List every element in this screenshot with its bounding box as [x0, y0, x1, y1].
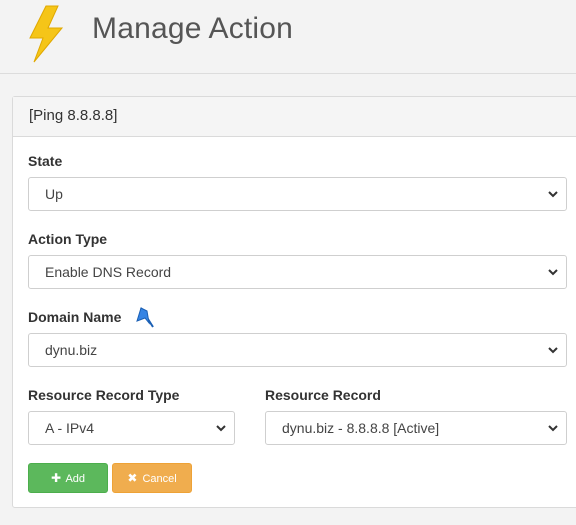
- add-button-label: Add: [65, 473, 86, 485]
- flag-icon[interactable]: [135, 305, 157, 329]
- resource-record-select[interactable]: dynu.biz - 8.8.8.8 [Active]: [265, 411, 567, 445]
- resource-record-label: Resource Record: [265, 387, 381, 403]
- domain-name-select[interactable]: dynu.biz: [28, 333, 567, 367]
- resource-record-type-select-value: A - IPv4: [45, 420, 95, 436]
- cancel-button[interactable]: ✖ Cancel: [112, 463, 192, 493]
- domain-name-select-value: dynu.biz: [45, 342, 98, 358]
- chevron-down-icon: [548, 425, 558, 432]
- resource-record-type-label: Resource Record Type: [28, 387, 180, 403]
- plus-icon: ✚: [50, 471, 62, 485]
- chevron-down-icon: [216, 425, 226, 432]
- domain-name-label: Domain Name: [28, 309, 122, 325]
- action-type-label: Action Type: [28, 231, 108, 247]
- action-panel: [Ping 8.8.8.8] State Up Action Type Enab…: [12, 96, 576, 508]
- state-select-value: Up: [45, 186, 63, 202]
- lightning-bolt-icon: [29, 5, 64, 63]
- cancel-button-label: Cancel: [142, 473, 177, 485]
- add-button[interactable]: ✚ Add: [28, 463, 108, 493]
- chevron-down-icon: [548, 269, 558, 276]
- resource-record-select-value: dynu.biz - 8.8.8.8 [Active]: [282, 420, 440, 436]
- state-select[interactable]: Up: [28, 177, 567, 211]
- action-type-select-value: Enable DNS Record: [45, 264, 172, 280]
- state-label: State: [28, 153, 63, 169]
- close-icon: ✖: [127, 471, 138, 485]
- page-header: Manage Action: [0, 0, 576, 74]
- panel-heading: [Ping 8.8.8.8]: [13, 97, 576, 137]
- chevron-down-icon: [548, 347, 558, 354]
- action-type-select[interactable]: Enable DNS Record: [28, 255, 567, 289]
- resource-record-type-select[interactable]: A - IPv4: [28, 411, 235, 445]
- chevron-down-icon: [548, 191, 558, 198]
- page-title: Manage Action: [92, 12, 294, 45]
